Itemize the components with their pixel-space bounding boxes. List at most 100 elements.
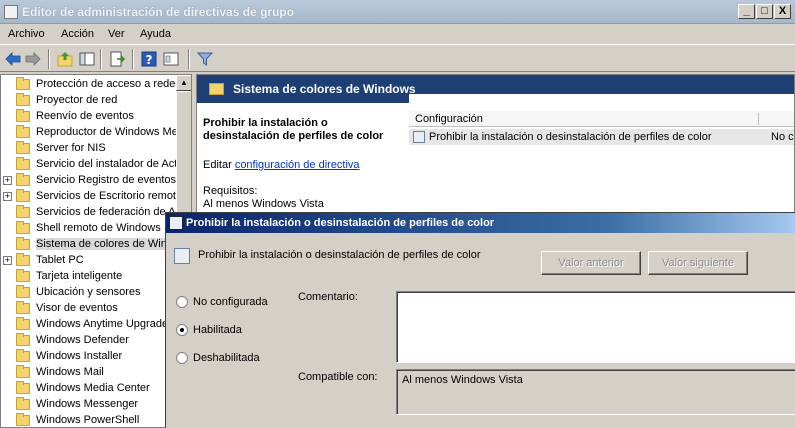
menu-ayuda[interactable]: Ayuda [140, 28, 171, 40]
expand-plus-icon[interactable]: + [3, 192, 12, 201]
folder-icon [16, 157, 30, 170]
tree-item[interactable]: Servicio del instalador de ActiveX [1, 157, 176, 173]
scroll-up-arrow-icon[interactable]: ▲ [176, 75, 191, 91]
menu-accion[interactable]: Acción [61, 28, 94, 40]
tree-item[interactable]: Reproductor de Windows Media [1, 125, 176, 141]
folder-icon [16, 349, 30, 362]
tree-item-label: Protección de acceso a redes [36, 78, 176, 90]
show-hide-tree-icon[interactable] [78, 50, 96, 68]
expand-plus-icon[interactable]: + [3, 256, 12, 265]
list-item[interactable]: Prohibir la instalación o desinstalación… [409, 129, 794, 145]
radio-button[interactable] [176, 296, 188, 308]
policy-title: Prohibir la instalación o desinstalación… [203, 117, 384, 142]
compatible-field[interactable]: Al menos Windows Vista [396, 369, 795, 415]
tree-item[interactable]: + Servicios de Escritorio remoto [1, 189, 176, 205]
tree-item[interactable]: Windows Mail [1, 365, 176, 381]
forward-arrow-icon[interactable] [24, 50, 42, 68]
edit-policy-link[interactable]: configuración de directiva [235, 159, 360, 171]
svg-text:?: ? [146, 53, 153, 67]
tree-item-label: Tarjeta inteligente [36, 270, 123, 282]
tree-item-label: Servicio del instalador de ActiveX [36, 158, 176, 170]
tree-item-label: Visor de eventos [36, 302, 118, 314]
tree-item[interactable]: Protección de acceso a redes [1, 77, 176, 93]
tree-item[interactable]: Proyector de red [1, 93, 176, 109]
folder-icon [16, 317, 30, 330]
tree-item-label: Windows Mail [36, 366, 104, 378]
folder-icon [16, 205, 30, 218]
filter-icon[interactable] [196, 50, 214, 68]
tree-item[interactable]: Reenvío de eventos [1, 109, 176, 125]
radio-no-configurada[interactable]: No configurada [176, 295, 306, 311]
tree-item[interactable]: + Tablet PC [1, 253, 176, 269]
folder-icon [16, 173, 30, 186]
tree-item-label: Servicio Registro de eventos [36, 174, 176, 186]
tree-item[interactable]: Servicios de federación de Active Direct… [1, 205, 176, 221]
folder-icon [16, 109, 30, 122]
folder-icon [16, 285, 30, 298]
menu-archivo[interactable]: Archivo [8, 28, 45, 40]
column-header-label: Configuración [415, 113, 483, 125]
tree-item[interactable]: Windows Anytime Upgrade [1, 317, 176, 333]
tree-item[interactable]: + Servicio Registro de eventos [1, 173, 176, 189]
folder-icon [16, 141, 30, 154]
back-arrow-icon[interactable] [4, 50, 22, 68]
tree-item[interactable]: Shell remoto de Windows [1, 221, 176, 237]
tree-item-label: Windows Defender [36, 334, 129, 346]
toolbar-separator [188, 49, 190, 69]
radio-label: Habilitada [193, 324, 242, 336]
dialog-titlebar: Prohibir la instalación o desinstalación… [166, 213, 795, 233]
toolbar-separator [132, 49, 134, 69]
export-list-icon[interactable] [108, 50, 126, 68]
comment-textarea[interactable] [396, 291, 795, 363]
folder-icon [16, 381, 30, 394]
dialog-title: Prohibir la instalación o desinstalación… [186, 217, 495, 229]
column-header-configuracion[interactable]: Configuración [409, 111, 794, 127]
details-pane: Sistema de colores de Windows Prohibir l… [196, 74, 795, 214]
minimize-button[interactable]: _ [738, 4, 755, 19]
up-folder-icon[interactable] [56, 50, 74, 68]
tree-item-label: Ubicación y sensores [36, 286, 141, 298]
tree-item[interactable]: Sistema de colores de Windows [1, 237, 176, 253]
window-title: Editor de administración de directivas d… [22, 5, 295, 19]
close-button[interactable]: X [774, 4, 791, 19]
folder-icon [16, 301, 30, 314]
menu-ver[interactable]: Ver [108, 28, 125, 40]
header-tab-edge [409, 94, 794, 103]
details-header-title: Sistema de colores de Windows [233, 82, 416, 96]
expand-plus-icon[interactable]: + [3, 176, 12, 185]
tree-item[interactable]: Ubicación y sensores [1, 285, 176, 301]
comment-label: Comentario: [298, 291, 358, 303]
edit-policy-line: Editar configuración de directiva [203, 159, 360, 171]
tree-item-label: Windows Media Center [36, 382, 150, 394]
radio-button[interactable] [176, 324, 188, 336]
tree-item[interactable]: Windows Defender [1, 333, 176, 349]
radio-deshabilitada[interactable]: Deshabilitada [176, 351, 306, 367]
radio-habilitada[interactable]: Habilitada [176, 323, 306, 339]
tree-item[interactable]: Windows Installer [1, 349, 176, 365]
app-icon [4, 5, 18, 19]
folder-icon [16, 365, 30, 378]
tree-item-label: Shell remoto de Windows [36, 222, 161, 234]
tree-item[interactable]: Tarjeta inteligente [1, 269, 176, 285]
tree-item-label: Proyector de red [36, 94, 118, 106]
tree-item[interactable]: Server for NIS [1, 141, 176, 157]
details-header: Sistema de colores de Windows [197, 75, 794, 103]
radio-label: Deshabilitada [193, 352, 260, 364]
tree-item[interactable]: Windows PowerShell [1, 413, 176, 427]
previous-setting-button[interactable]: Valor anterior [541, 251, 641, 275]
column-divider[interactable] [758, 113, 759, 125]
list-item-label: Prohibir la instalación o desinstalación… [429, 131, 712, 143]
tree-item[interactable]: Windows Media Center [1, 381, 176, 397]
tree-item-label: Windows Messenger [36, 398, 139, 410]
next-setting-button[interactable]: Valor siguiente [648, 251, 748, 275]
requirements-value: Al menos Windows Vista [203, 198, 324, 210]
tree-item[interactable]: Windows Messenger [1, 397, 176, 413]
radio-button[interactable] [176, 352, 188, 364]
policy-setting-icon [413, 131, 425, 143]
tree-item[interactable]: Visor de eventos [1, 301, 176, 317]
folder-icon [16, 413, 30, 426]
help-icon[interactable]: ? [140, 50, 158, 68]
tree-item-label: Windows Anytime Upgrade [36, 318, 169, 330]
properties-icon[interactable] [162, 50, 180, 68]
maximize-button[interactable]: □ [756, 4, 773, 19]
